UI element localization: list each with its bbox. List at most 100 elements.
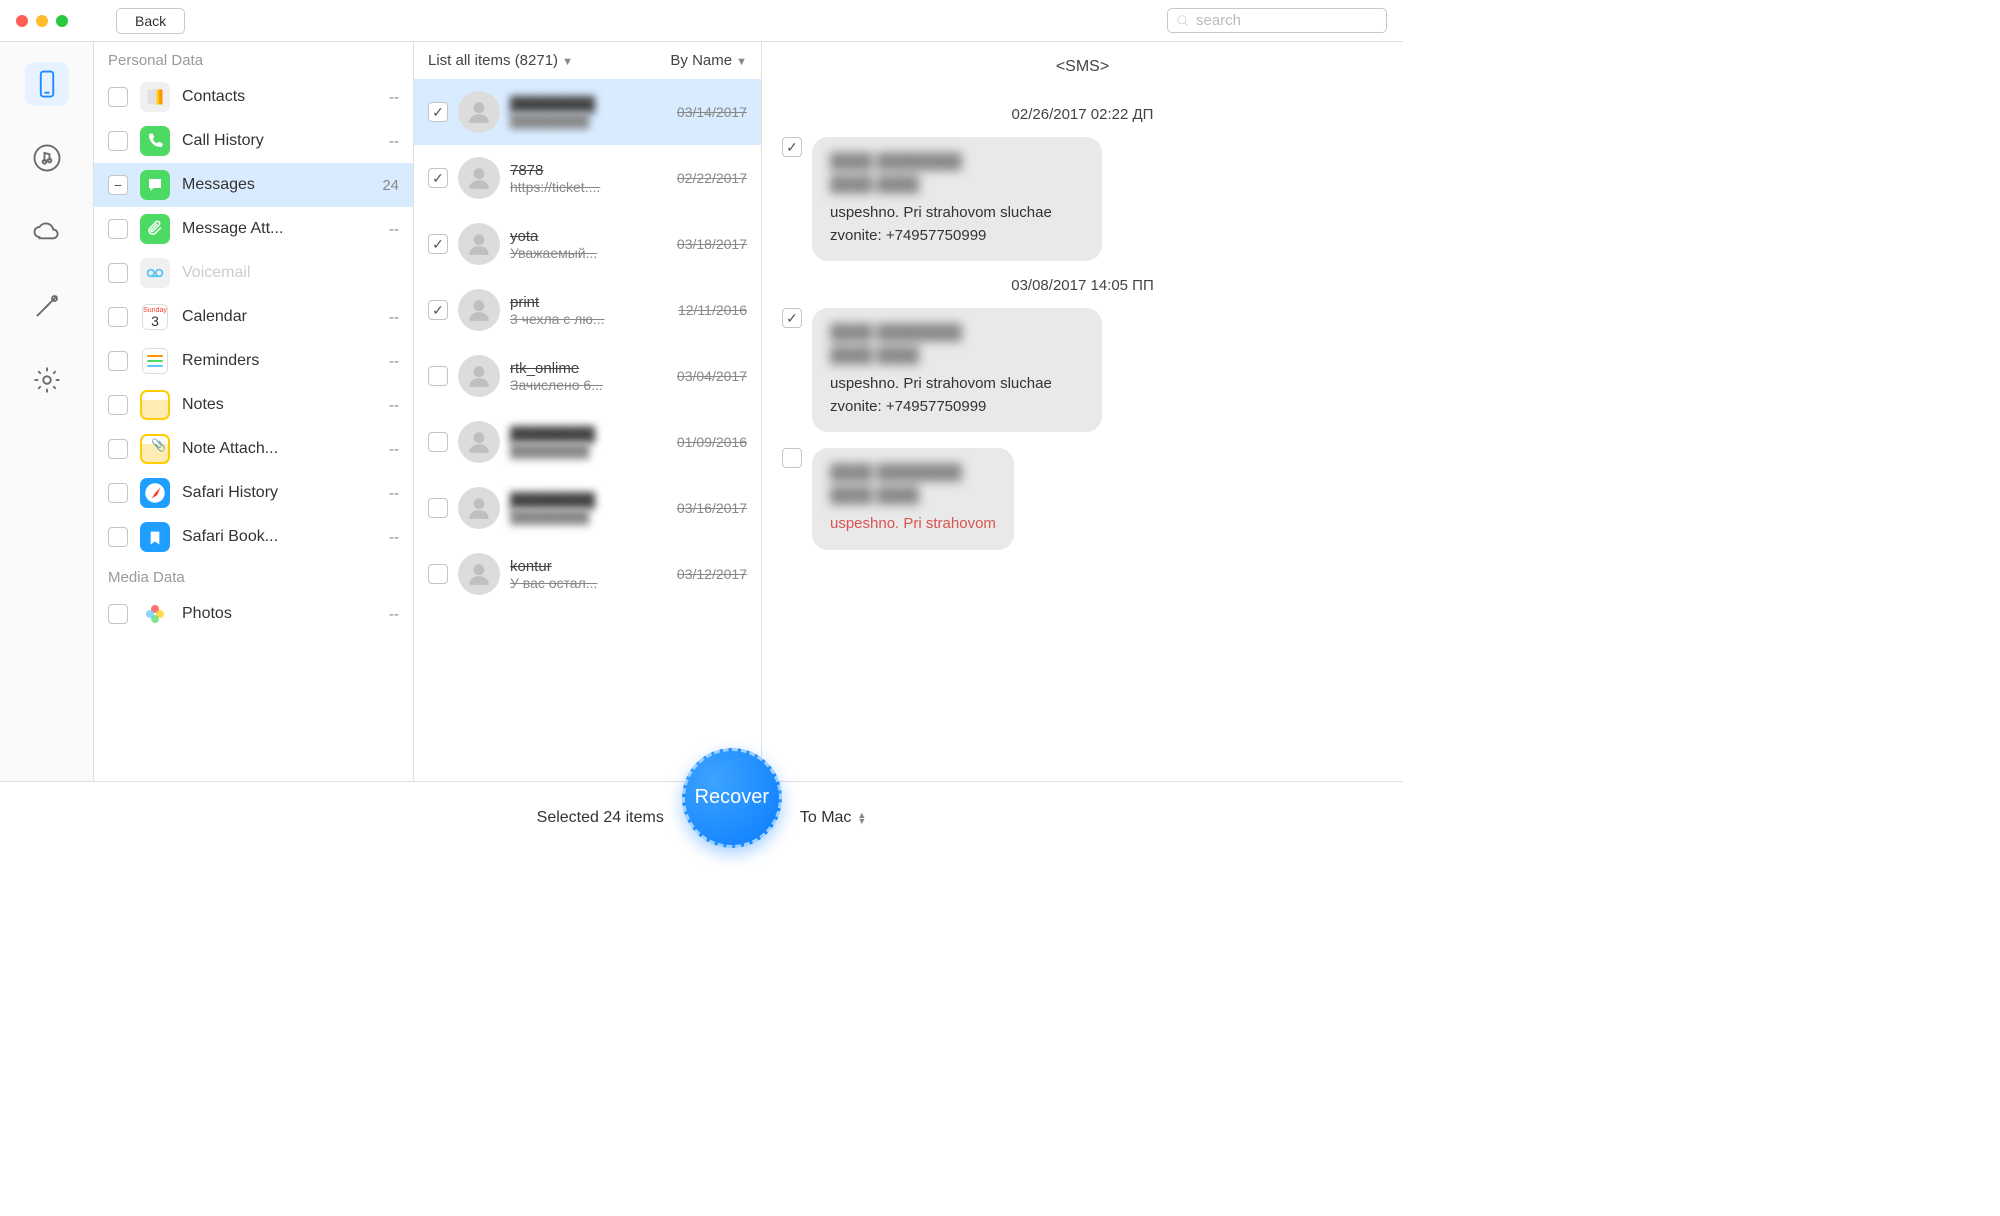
gear-icon — [32, 365, 62, 395]
message-date: 03/14/2017 — [677, 104, 747, 120]
category-label: Calendar — [182, 308, 357, 326]
message-row[interactable]: ████████████████03/16/2017 — [414, 475, 761, 541]
message-date: 03/18/2017 — [677, 236, 747, 252]
checkbox[interactable] — [108, 307, 128, 327]
category-row-voicemail[interactable]: Voicemail — [94, 251, 413, 295]
checkbox[interactable] — [108, 439, 128, 459]
category-row-chat[interactable]: −Messages24 — [94, 163, 413, 207]
bubble-body: uspeshno. Pri strahovom sluchae zvonite:… — [830, 202, 1084, 247]
selected-count: Selected 24 items — [537, 809, 664, 827]
checkbox[interactable] — [108, 527, 128, 547]
category-row-contacts[interactable]: Contacts-- — [94, 75, 413, 119]
close-icon[interactable] — [16, 15, 28, 27]
footer: Selected 24 items Recover To Mac ▲▼ — [0, 781, 1403, 853]
avatar — [458, 91, 500, 133]
chevron-down-icon: ▼ — [562, 56, 573, 68]
search-input[interactable]: search — [1167, 8, 1387, 33]
avatar — [458, 487, 500, 529]
avatar — [458, 223, 500, 265]
category-row-attach[interactable]: Message Att...-- — [94, 207, 413, 251]
message-name: print — [510, 294, 668, 311]
sidebar-item-device[interactable] — [25, 62, 69, 106]
category-label: Notes — [182, 396, 357, 414]
music-icon — [32, 143, 62, 173]
category-count: -- — [369, 133, 399, 150]
bubble-row: ████ ████████████ ████uspeshno. Pri stra… — [782, 448, 1383, 550]
message-date: 03/16/2017 — [677, 500, 747, 516]
category-count: -- — [369, 89, 399, 106]
message-row[interactable]: konturУ вас остал...03/12/2017 — [414, 541, 761, 607]
message-date: 02/22/2017 — [677, 170, 747, 186]
checkbox[interactable]: ✓ — [782, 137, 802, 157]
category-row-safari[interactable]: Safari History-- — [94, 471, 413, 515]
checkbox[interactable]: ✓ — [428, 300, 448, 320]
cloud-icon — [32, 217, 62, 247]
category-row-phone[interactable]: Call History -- — [94, 119, 413, 163]
message-row[interactable]: ████████████████01/09/2016 — [414, 409, 761, 475]
titlebar: Back search — [0, 0, 1403, 42]
category-row-photos[interactable]: Photos-- — [94, 592, 413, 636]
message-bubble: ████ ████████████ ████uspeshno. Pri stra… — [812, 308, 1102, 432]
category-row-notes[interactable]: Notes -- — [94, 383, 413, 427]
checkbox[interactable] — [428, 564, 448, 584]
stepper-icon: ▲▼ — [857, 812, 866, 824]
checkbox[interactable]: ✓ — [428, 168, 448, 188]
checkbox[interactable]: − — [108, 175, 128, 195]
sidebar-item-tools[interactable] — [25, 284, 69, 328]
back-button[interactable]: Back — [116, 8, 185, 34]
checkbox[interactable] — [782, 448, 802, 468]
time-label: 03/08/2017 14:05 ПП — [782, 277, 1383, 294]
message-preview: https://ticket.... — [510, 179, 667, 195]
message-row[interactable]: ✓print3 чехла с лю...12/11/2016 — [414, 277, 761, 343]
message-preview: Уважаемый... — [510, 245, 667, 261]
message-name: ████████ — [510, 426, 667, 443]
checkbox[interactable] — [428, 498, 448, 518]
category-row-calendar[interactable]: Sunday3Calendar-- — [94, 295, 413, 339]
message-name: 7878 — [510, 162, 667, 179]
search-icon — [1176, 14, 1190, 28]
minimize-icon[interactable] — [36, 15, 48, 27]
checkbox[interactable]: ✓ — [428, 102, 448, 122]
section-header-personal: Personal Data — [94, 42, 413, 75]
message-list-column: List all items (8271)▼ By Name▼ ✓███████… — [414, 42, 762, 781]
device-icon — [32, 69, 62, 99]
message-preview: 3 чехла с лю... — [510, 311, 668, 327]
message-row[interactable]: ✓ yotaУважаемый... 03/18/2017 — [414, 211, 761, 277]
checkbox[interactable] — [428, 366, 448, 386]
checkbox[interactable]: ✓ — [782, 308, 802, 328]
checkbox[interactable] — [108, 351, 128, 371]
avatar — [458, 157, 500, 199]
category-count: -- — [369, 221, 399, 238]
filter-dropdown[interactable]: List all items (8271)▼ — [428, 52, 573, 69]
checkbox[interactable] — [428, 432, 448, 452]
message-name: yota — [510, 228, 667, 245]
checkbox[interactable] — [108, 131, 128, 151]
checkbox[interactable]: ✓ — [428, 234, 448, 254]
checkbox[interactable] — [108, 219, 128, 239]
category-row-noteattach[interactable]: 📎Note Attach...-- — [94, 427, 413, 471]
destination-select[interactable]: To Mac ▲▼ — [800, 809, 867, 827]
sidebar-item-media[interactable] — [25, 136, 69, 180]
message-preview: ████████ — [510, 509, 667, 525]
message-row[interactable]: ✓████████████████03/14/2017 — [414, 79, 761, 145]
category-column: Personal Data Contacts--Call History--−M… — [94, 42, 414, 781]
recover-button[interactable]: Recover — [682, 748, 782, 848]
tools-icon — [32, 291, 62, 321]
sidebar-item-cloud[interactable] — [25, 210, 69, 254]
checkbox[interactable] — [108, 604, 128, 624]
sort-dropdown[interactable]: By Name▼ — [670, 52, 747, 69]
chevron-down-icon: ▼ — [736, 56, 747, 68]
category-count: -- — [369, 397, 399, 414]
category-label: Call History — [182, 132, 357, 150]
checkbox[interactable] — [108, 483, 128, 503]
checkbox[interactable] — [108, 87, 128, 107]
checkbox[interactable] — [108, 263, 128, 283]
sidebar-item-settings[interactable] — [25, 358, 69, 402]
message-row[interactable]: rtk_onlimeЗачислено 6...03/04/2017 — [414, 343, 761, 409]
checkbox[interactable] — [108, 395, 128, 415]
message-row[interactable]: ✓ 7878https://ticket.... 02/22/2017 — [414, 145, 761, 211]
category-label: Photos — [182, 605, 357, 623]
maximize-icon[interactable] — [56, 15, 68, 27]
category-row-safaribook[interactable]: Safari Book...-- — [94, 515, 413, 559]
category-row-reminders[interactable]: Reminders-- — [94, 339, 413, 383]
